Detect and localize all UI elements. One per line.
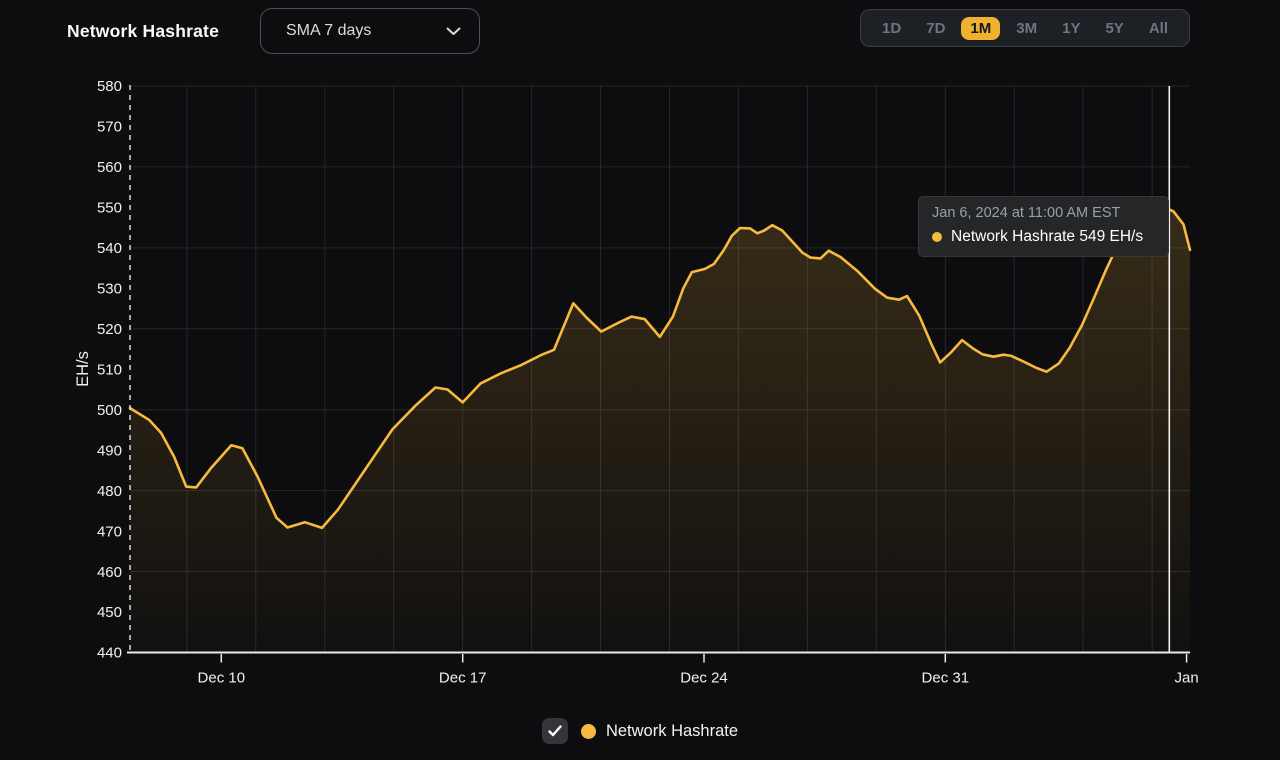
hashrate-chart[interactable]: Dec 10Dec 17Dec 24Dec 31Jan4404504604704… bbox=[0, 0, 1280, 710]
y-tick-label: 520 bbox=[97, 321, 122, 338]
x-axis-ticks: Dec 10 Dec 17 Dec 24 Dec 31 Jan bbox=[198, 654, 1199, 687]
y-tick-label: 510 bbox=[97, 361, 122, 378]
legend-checkbox[interactable] bbox=[542, 718, 568, 744]
x-tick-label: Dec 10 bbox=[198, 670, 246, 687]
y-axis-title: EH/s bbox=[74, 351, 92, 387]
y-tick-label: 440 bbox=[97, 645, 122, 662]
y-tick-label: 450 bbox=[97, 604, 122, 621]
tooltip-timestamp: Jan 6, 2024 at 11:00 AM EST bbox=[932, 205, 1155, 221]
y-axis-labels: 440 450 460 470 480 490 500 510 520 530 540 550 560 5… bbox=[97, 78, 122, 662]
y-tick-label: 550 bbox=[97, 200, 122, 217]
tooltip-value: Network Hashrate 549 EH/s bbox=[951, 228, 1143, 246]
y-tick-label: 570 bbox=[97, 119, 122, 136]
legend-series-dot-icon bbox=[581, 724, 596, 739]
hashrate-dashboard: Network Hashrate SMA 7 days 1D 7D 1M 3M … bbox=[0, 0, 1280, 760]
checkmark-icon bbox=[547, 724, 563, 738]
series-dot-icon bbox=[932, 232, 942, 242]
y-tick-label: 500 bbox=[97, 402, 122, 419]
legend-label: Network Hashrate bbox=[606, 722, 738, 741]
chart-tooltip: Jan 6, 2024 at 11:00 AM EST Network Hash… bbox=[918, 196, 1169, 257]
y-tick-label: 530 bbox=[97, 281, 122, 298]
y-tick-label: 560 bbox=[97, 159, 122, 176]
x-tick-label: Jan bbox=[1175, 670, 1199, 687]
x-tick-label: Dec 31 bbox=[922, 670, 970, 687]
y-tick-label: 580 bbox=[97, 78, 122, 95]
y-tick-label: 490 bbox=[97, 442, 122, 459]
x-tick-label: Dec 17 bbox=[439, 670, 487, 687]
x-tick-label: Dec 24 bbox=[680, 670, 728, 687]
y-tick-label: 480 bbox=[97, 483, 122, 500]
legend: Network Hashrate bbox=[0, 718, 1280, 744]
hashrate-area bbox=[130, 208, 1190, 652]
y-tick-label: 540 bbox=[97, 240, 122, 257]
y-tick-label: 470 bbox=[97, 523, 122, 540]
y-tick-label: 460 bbox=[97, 564, 122, 581]
